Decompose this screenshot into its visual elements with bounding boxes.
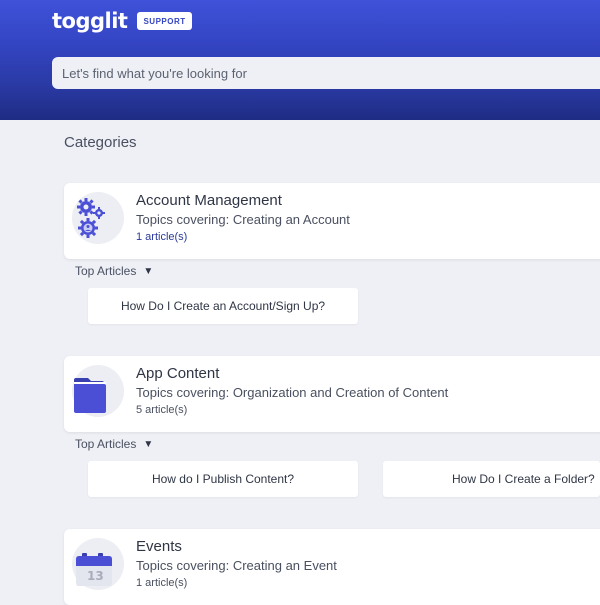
- category-card-events[interactable]: 13 Events Topics covering: Creating an E…: [64, 529, 600, 605]
- calendar-icon: 13: [76, 553, 112, 586]
- top-articles-toggle[interactable]: Top Articles ▼: [75, 437, 153, 451]
- caret-down-icon: ▼: [143, 438, 154, 450]
- togglit-logo[interactable]: togglit: [52, 9, 128, 33]
- category-card-app-content[interactable]: App Content Topics covering: Organizatio…: [64, 356, 600, 432]
- search-input[interactable]: [52, 57, 600, 89]
- category-article-count: 5 article(s): [136, 404, 188, 416]
- article-link[interactable]: How do I Publish Content?: [88, 461, 358, 497]
- brand: togglit SUPPORT: [52, 9, 192, 33]
- category-title[interactable]: Account Management: [136, 192, 282, 209]
- categories-heading: Categories: [64, 134, 137, 151]
- category-article-count: 1 article(s): [136, 231, 188, 243]
- category-description: Topics covering: Creating an Account: [136, 212, 350, 227]
- category-title[interactable]: Events: [136, 538, 182, 555]
- category-title[interactable]: App Content: [136, 365, 219, 382]
- top-articles-label: Top Articles: [75, 437, 137, 451]
- category-icon-wrap: 13: [72, 538, 124, 590]
- gears-icon: [77, 198, 105, 238]
- top-articles-toggle[interactable]: Top Articles ▼: [75, 264, 153, 278]
- calendar-day: 13: [87, 569, 104, 583]
- support-badge: SUPPORT: [137, 12, 192, 30]
- article-link[interactable]: How Do I Create an Account/Sign Up?: [88, 288, 358, 324]
- category-description: Topics covering: Creating an Event: [136, 558, 337, 573]
- header: togglit SUPPORT: [0, 0, 600, 120]
- folder-icon: [74, 378, 106, 413]
- caret-down-icon: ▼: [143, 265, 154, 277]
- article-link[interactable]: How Do I Create a Folder?: [383, 461, 600, 497]
- category-article-count: 1 article(s): [136, 577, 188, 589]
- category-description: Topics covering: Organization and Creati…: [136, 385, 449, 400]
- top-articles-label: Top Articles: [75, 264, 137, 278]
- category-icon-wrap: [72, 365, 124, 417]
- category-card-account-management[interactable]: Account Management Topics covering: Crea…: [64, 183, 600, 259]
- category-icon-wrap: [72, 192, 124, 244]
